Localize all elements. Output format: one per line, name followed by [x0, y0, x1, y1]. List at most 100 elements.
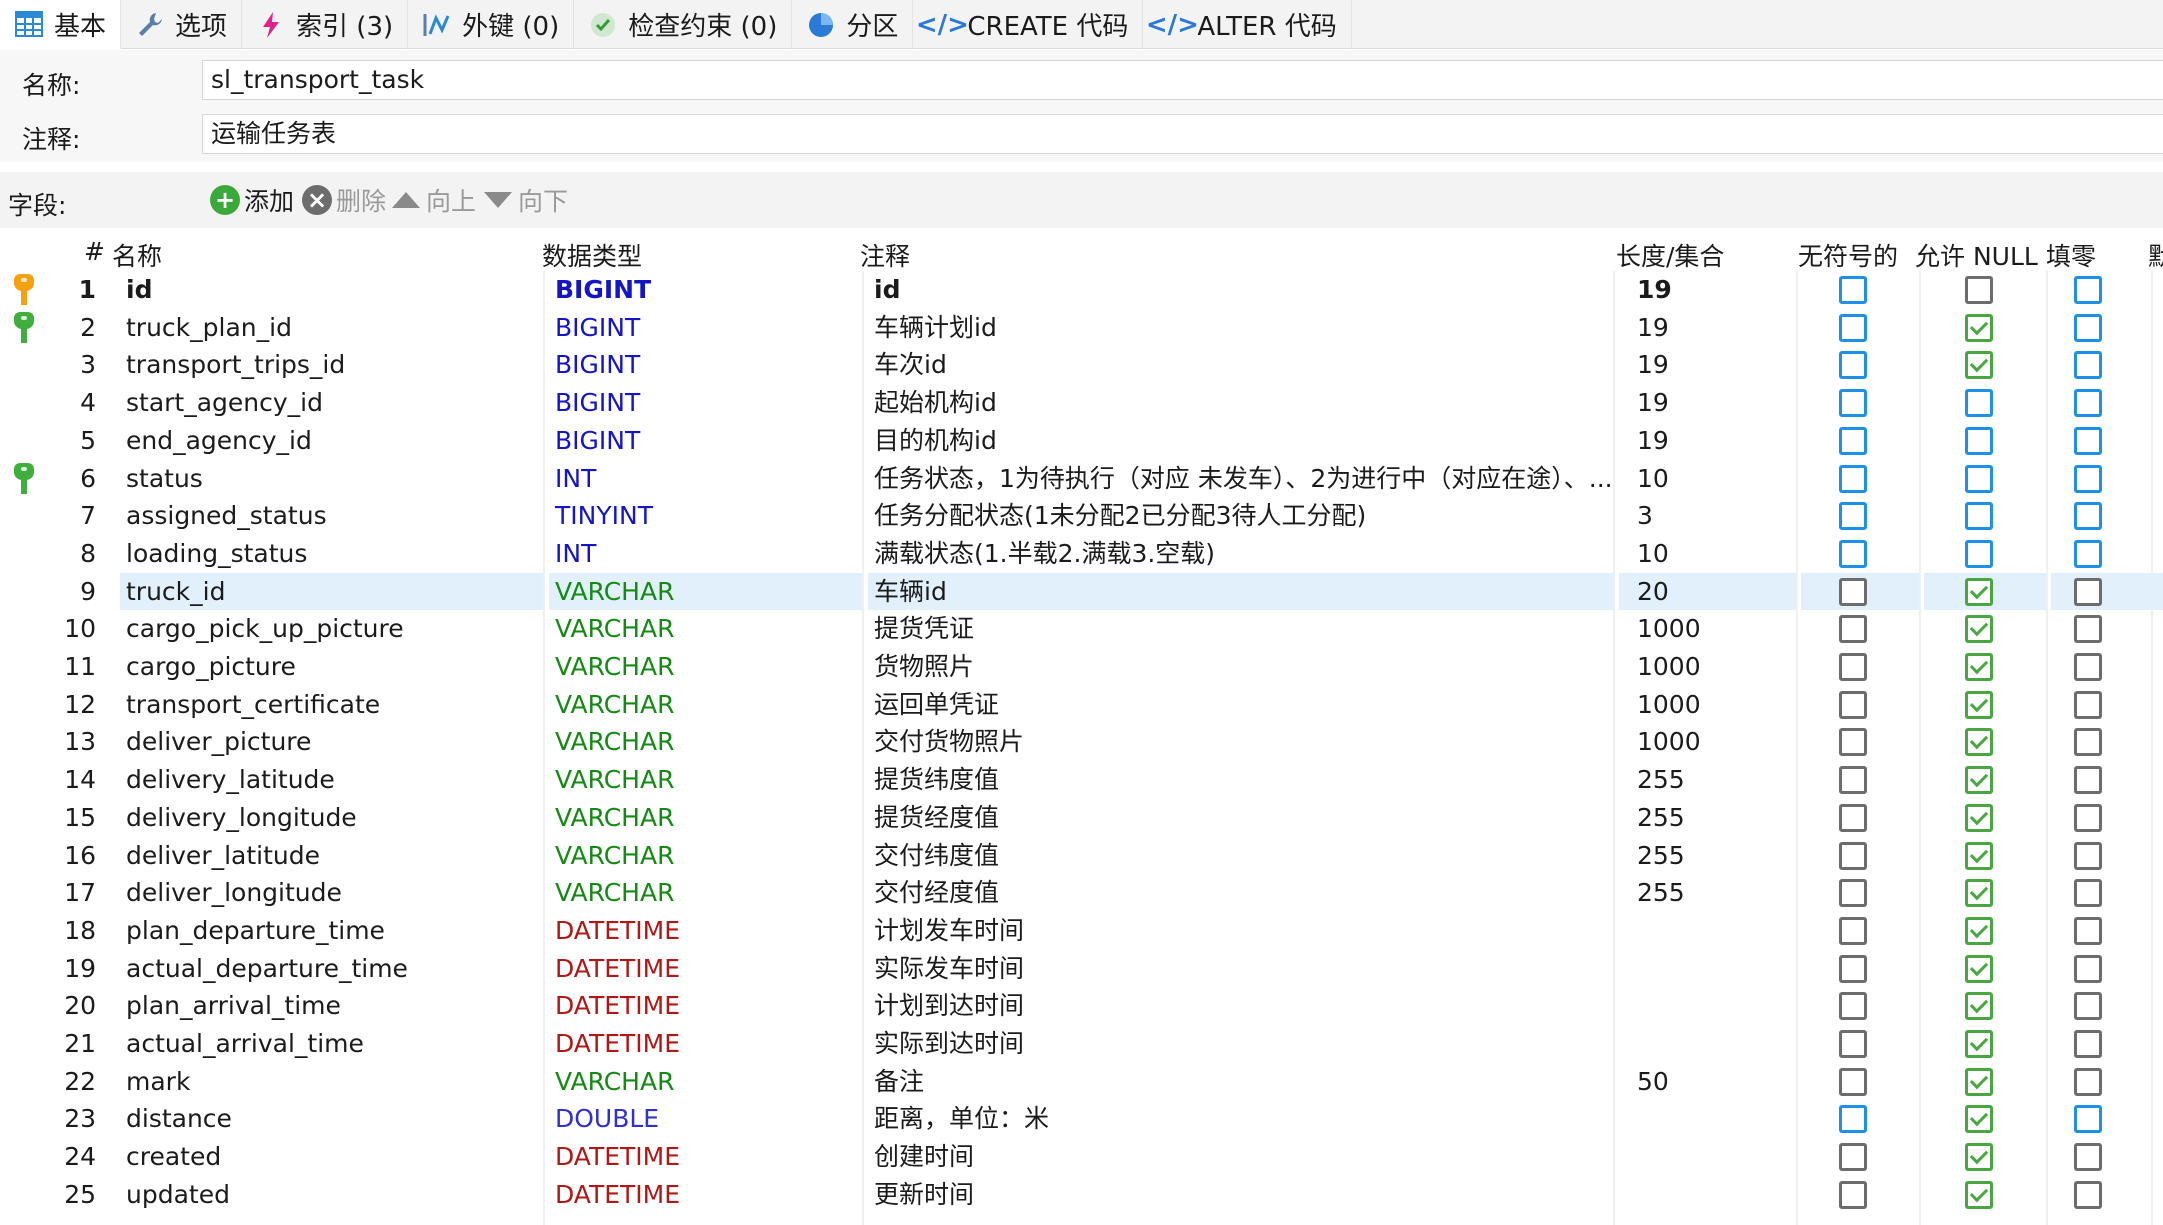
zerofill-checkbox[interactable] — [2074, 539, 2102, 568]
row-number[interactable]: 21 — [48, 1025, 98, 1062]
table-row[interactable]: 14 delivery_latitude VARCHAR 提货纬度值 255 — [8, 761, 2163, 799]
field-comment-cell[interactable]: 任务状态，1为待执行（对应 未发车）、2为进行中（对应在途）、... — [868, 460, 1613, 497]
field-comment-cell[interactable]: 车次id — [868, 346, 1613, 383]
field-type-cell[interactable]: VARCHAR — [549, 1063, 862, 1100]
field-type-cell[interactable]: VARCHAR — [549, 648, 862, 685]
unsigned-checkbox[interactable] — [1839, 539, 1867, 568]
field-type-cell[interactable]: VARCHAR — [549, 572, 862, 610]
row-number[interactable]: 4 — [48, 384, 98, 421]
header-unsigned[interactable]: 无符号的 — [1798, 237, 1898, 273]
row-number[interactable]: 9 — [48, 573, 98, 610]
zerofill-checkbox[interactable] — [2074, 653, 2102, 681]
field-name-cell[interactable]: created — [120, 1138, 543, 1175]
table-row[interactable]: 3 transport_trips_id BIGINT 车次id 19 — [8, 346, 2163, 384]
field-type-cell[interactable]: DATETIME — [549, 1176, 862, 1213]
allow-null-checkbox[interactable] — [1965, 615, 1993, 644]
unsigned-checkbox[interactable] — [1839, 1067, 1867, 1096]
field-name-cell[interactable]: actual_departure_time — [120, 950, 543, 987]
field-length-cell[interactable]: 10 — [1619, 535, 1796, 572]
zerofill-checkbox[interactable] — [2074, 1105, 2102, 1134]
row-number[interactable]: 23 — [48, 1100, 98, 1137]
field-comment-cell[interactable]: 更新时间 — [868, 1176, 1613, 1213]
table-row[interactable]: 11 cargo_picture VARCHAR 货物照片 1000 — [8, 648, 2163, 686]
allow-null-checkbox[interactable] — [1965, 766, 1993, 795]
field-type-cell[interactable]: BIGINT — [549, 422, 862, 459]
unsigned-checkbox[interactable] — [1839, 1180, 1867, 1209]
table-row[interactable]: 13 deliver_picture VARCHAR 交付货物照片 1000 — [8, 723, 2163, 761]
tab-foreign-keys[interactable]: 外键 (0) — [408, 0, 575, 49]
unsigned-checkbox[interactable] — [1839, 464, 1867, 493]
field-comment-cell[interactable]: 实际发车时间 — [868, 950, 1613, 987]
table-row[interactable]: 1 id BIGINT id 19 — [8, 271, 2163, 309]
table-row[interactable]: 22 mark VARCHAR 备注 50 — [8, 1063, 2163, 1101]
zerofill-checkbox[interactable] — [2074, 690, 2102, 719]
unsigned-checkbox[interactable] — [1839, 653, 1867, 681]
field-comment-cell[interactable]: 距离，单位：米 — [868, 1100, 1613, 1137]
allow-null-checkbox[interactable] — [1965, 1143, 1993, 1172]
zerofill-checkbox[interactable] — [2074, 803, 2102, 832]
field-comment-cell[interactable]: 创建时间 — [868, 1138, 1613, 1175]
row-number[interactable]: 5 — [48, 422, 98, 459]
field-comment-cell[interactable]: 实际到达时间 — [868, 1025, 1613, 1062]
field-comment-cell[interactable]: 目的机构id — [868, 422, 1613, 459]
allow-null-checkbox[interactable] — [1965, 690, 1993, 719]
table-comment-input[interactable]: 运输任务表 — [202, 114, 2163, 154]
field-type-cell[interactable]: BIGINT — [549, 309, 862, 346]
field-name-cell[interactable]: mark — [120, 1063, 543, 1100]
field-comment-cell[interactable]: 货物照片 — [868, 648, 1613, 685]
zerofill-checkbox[interactable] — [2074, 351, 2102, 380]
tab-indexes[interactable]: 索引 (3) — [242, 0, 409, 49]
table-row[interactable]: 8 loading_status INT 满载状态(1.半载2.满载3.空载) 10 — [8, 535, 2163, 573]
table-row[interactable]: 4 start_agency_id BIGINT 起始机构id 19 — [8, 384, 2163, 422]
field-type-cell[interactable]: VARCHAR — [549, 761, 862, 798]
zerofill-checkbox[interactable] — [2074, 464, 2102, 493]
field-name-cell[interactable]: cargo_picture — [120, 648, 543, 685]
field-length-cell[interactable] — [1619, 950, 1796, 987]
zerofill-checkbox[interactable] — [2074, 1143, 2102, 1172]
zerofill-checkbox[interactable] — [2074, 1067, 2102, 1096]
table-row[interactable]: 6 status INT 任务状态，1为待执行（对应 未发车）、2为进行中（对应在途）… — [8, 460, 2163, 498]
field-comment-cell[interactable]: 满载状态(1.半载2.满载3.空载) — [868, 535, 1613, 572]
row-number[interactable]: 17 — [48, 874, 98, 911]
row-number[interactable]: 11 — [48, 648, 98, 685]
field-name-cell[interactable]: transport_certificate — [120, 686, 543, 723]
field-type-cell[interactable]: DATETIME — [549, 1138, 862, 1175]
field-name-cell[interactable]: loading_status — [120, 535, 543, 572]
move-down-button[interactable]: 向下 — [484, 182, 568, 218]
zerofill-checkbox[interactable] — [2074, 276, 2102, 304]
unsigned-checkbox[interactable] — [1839, 841, 1867, 870]
field-length-cell[interactable]: 255 — [1619, 837, 1796, 874]
tab-basic[interactable]: 基本 — [0, 0, 122, 49]
field-comment-cell[interactable]: 车辆计划id — [868, 309, 1613, 346]
field-name-cell[interactable]: end_agency_id — [120, 422, 543, 459]
field-length-cell[interactable]: 19 — [1619, 271, 1796, 308]
allow-null-checkbox[interactable] — [1965, 841, 1993, 870]
field-length-cell[interactable]: 19 — [1619, 346, 1796, 383]
add-field-button[interactable]: + 添加 — [210, 182, 294, 218]
allow-null-checkbox[interactable] — [1965, 879, 1993, 908]
row-number[interactable]: 3 — [48, 346, 98, 383]
field-type-cell[interactable]: BIGINT — [549, 346, 862, 383]
field-name-cell[interactable]: truck_id — [120, 572, 543, 610]
field-type-cell[interactable]: DATETIME — [549, 987, 862, 1024]
field-name-cell[interactable]: transport_trips_id — [120, 346, 543, 383]
header-num[interactable]: # — [84, 237, 105, 266]
field-length-cell[interactable]: 255 — [1619, 761, 1796, 798]
field-comment-cell[interactable]: 提货经度值 — [868, 799, 1613, 836]
field-length-cell[interactable]: 20 — [1619, 572, 1796, 610]
field-length-cell[interactable] — [1619, 912, 1796, 949]
table-row[interactable]: 5 end_agency_id BIGINT 目的机构id 19 — [8, 422, 2163, 460]
allow-null-checkbox[interactable] — [1965, 276, 1993, 304]
field-length-cell[interactable]: 19 — [1619, 384, 1796, 421]
field-type-cell[interactable]: DATETIME — [549, 950, 862, 987]
field-type-cell[interactable]: VARCHAR — [549, 723, 862, 760]
field-comment-cell[interactable]: 计划发车时间 — [868, 912, 1613, 949]
allow-null-checkbox[interactable] — [1965, 313, 1993, 342]
zerofill-checkbox[interactable] — [2074, 615, 2102, 644]
header-nullable[interactable]: 允许 NULL — [1915, 237, 2038, 273]
field-name-cell[interactable]: id — [120, 271, 543, 308]
row-number[interactable]: 25 — [48, 1176, 98, 1213]
row-number[interactable]: 7 — [48, 497, 98, 534]
unsigned-checkbox[interactable] — [1839, 577, 1867, 606]
unsigned-checkbox[interactable] — [1839, 502, 1867, 531]
